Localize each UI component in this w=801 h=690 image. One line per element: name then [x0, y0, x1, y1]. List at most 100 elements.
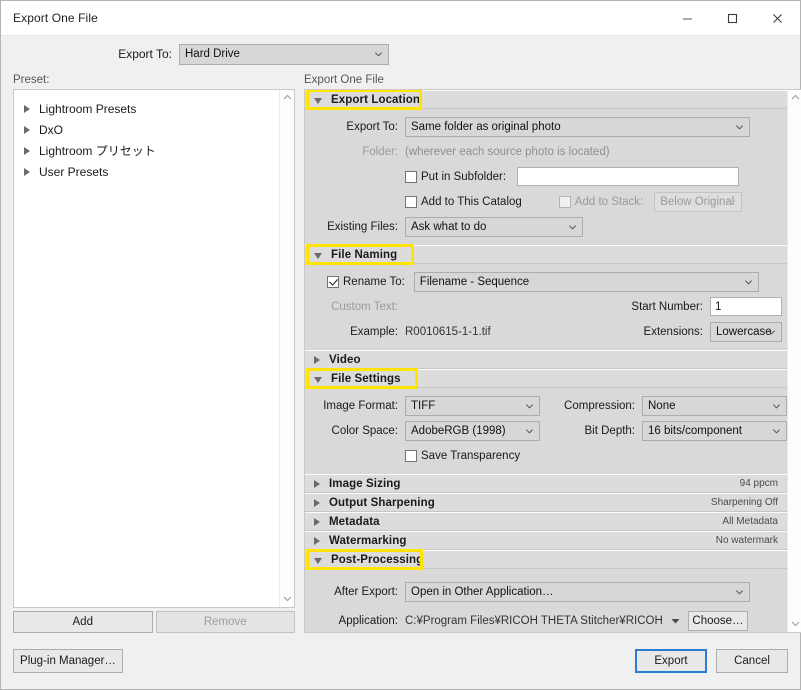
- chevron-down-icon: [568, 224, 577, 230]
- chevron-right-icon[interactable]: [314, 479, 320, 488]
- section-header-watermarking[interactable]: Watermarking No watermark: [305, 531, 787, 550]
- existing-files-dropdown[interactable]: Ask what to do: [405, 216, 583, 237]
- color-space-value: AdobeRGB (1998): [411, 424, 506, 437]
- rename-template-value: Filename - Sequence: [419, 275, 530, 288]
- export-to-label: Export To:: [346, 120, 398, 133]
- minimize-button[interactable]: [665, 2, 710, 35]
- image-format-dropdown[interactable]: TIFF: [405, 395, 540, 416]
- extensions-value: Lowercase: [716, 325, 772, 338]
- row-add-to-catalog: Add to This Catalog Add to Stack: Below …: [305, 189, 787, 214]
- scroll-up-icon[interactable]: [791, 93, 800, 102]
- compression-label: Compression:: [564, 399, 635, 412]
- cancel-button[interactable]: Cancel: [716, 649, 788, 673]
- preset-item-user-presets[interactable]: User Presets: [24, 161, 279, 182]
- scroll-down-icon[interactable]: [283, 595, 292, 604]
- color-space-label: Color Space:: [331, 424, 398, 437]
- after-export-label: After Export:: [334, 585, 398, 598]
- extensions-dropdown[interactable]: Lowercase: [710, 321, 782, 342]
- maximize-button[interactable]: [710, 2, 755, 35]
- checkbox-box: [558, 195, 571, 208]
- export-to-destination-dropdown[interactable]: Hard Drive: [179, 43, 389, 65]
- row-custom-text: Custom Text: Start Number: 1: [305, 294, 787, 319]
- close-button[interactable]: [755, 2, 800, 35]
- section-header-file-settings[interactable]: File Settings: [305, 368, 787, 389]
- export-to-dropdown[interactable]: Same folder as original photo: [405, 116, 750, 137]
- chevron-right-icon[interactable]: [314, 517, 320, 526]
- checkbox-box[interactable]: [405, 170, 417, 183]
- folder-value: (wherever each source photo is located): [405, 145, 610, 158]
- section-body-file-settings: Image Format: TIFF Compression: None Col…: [305, 388, 787, 474]
- section-title: File Naming: [331, 248, 398, 261]
- add-to-catalog-checkbox[interactable]: Add to This Catalog: [405, 195, 522, 208]
- dropdown-caret-icon[interactable]: [671, 615, 680, 627]
- row-image-format: Image Format: TIFF Compression: None: [305, 393, 787, 418]
- chevron-down-icon: [728, 199, 736, 205]
- add-preset-button[interactable]: Add: [13, 611, 153, 633]
- section-title: Post-Processing: [331, 553, 424, 566]
- row-after-export: After Export: Open in Other Application…: [305, 579, 787, 604]
- preset-item-lightroom-japanese[interactable]: Lightroom プリセット: [24, 140, 279, 161]
- preset-list-scrollbar[interactable]: [279, 90, 294, 607]
- put-in-subfolder-checkbox[interactable]: Put in Subfolder:: [405, 170, 507, 183]
- rename-to-checkbox[interactable]: Rename To:: [327, 275, 405, 288]
- chevron-right-icon[interactable]: [24, 167, 30, 176]
- settings-scroll-area: Export Location Export To: Same folder a…: [305, 90, 787, 632]
- chevron-right-icon[interactable]: [24, 146, 30, 155]
- row-put-in-subfolder: Put in Subfolder:: [305, 164, 787, 189]
- settings-panel-scrollbar[interactable]: [787, 90, 801, 632]
- rename-template-dropdown[interactable]: Filename - Sequence: [413, 271, 759, 292]
- folder-label: Folder:: [362, 145, 398, 158]
- chevron-right-icon[interactable]: [314, 536, 320, 545]
- chevron-down-icon: [374, 52, 383, 57]
- chevron-right-icon[interactable]: [24, 125, 30, 134]
- chevron-down-icon[interactable]: [314, 252, 322, 259]
- scroll-up-icon[interactable]: [283, 93, 292, 102]
- section-header-metadata[interactable]: Metadata All Metadata: [305, 512, 787, 531]
- section-header-post-processing[interactable]: Post-Processing: [305, 549, 787, 570]
- section-title: Video: [329, 353, 361, 366]
- row-rename-to: Rename To: Filename - Sequence: [305, 269, 787, 294]
- checkbox-box[interactable]: [405, 195, 417, 208]
- application-label: Application:: [338, 614, 398, 627]
- section-header-video[interactable]: Video: [305, 350, 787, 369]
- color-space-dropdown[interactable]: AdobeRGB (1998): [405, 420, 540, 441]
- checkbox-box[interactable]: [327, 275, 339, 288]
- row-existing-files: Existing Files: Ask what to do: [305, 214, 787, 239]
- bit-depth-label: Bit Depth:: [584, 424, 636, 437]
- footer-left: Plug-in Manager…: [13, 649, 123, 673]
- chevron-down-icon: [525, 403, 534, 409]
- after-export-dropdown[interactable]: Open in Other Application…: [405, 581, 750, 602]
- chevron-right-icon[interactable]: [314, 355, 320, 364]
- section-header-image-sizing[interactable]: Image Sizing 94 ppcm: [305, 474, 787, 493]
- put-in-subfolder-label: Put in Subfolder:: [421, 170, 507, 183]
- remove-preset-button: Remove: [155, 611, 295, 633]
- preset-item-lightroom-presets[interactable]: Lightroom Presets: [24, 98, 279, 119]
- export-to-destination-value: Hard Drive: [185, 48, 240, 60]
- subfolder-name-input[interactable]: [517, 167, 740, 186]
- checkbox-box[interactable]: [405, 449, 417, 462]
- save-transparency-checkbox[interactable]: Save Transparency: [405, 449, 520, 462]
- add-to-catalog-label: Add to This Catalog: [421, 195, 522, 208]
- existing-files-value: Ask what to do: [411, 220, 487, 233]
- add-to-stack-label: Add to Stack:: [574, 195, 644, 208]
- start-number-input[interactable]: 1: [710, 297, 782, 316]
- section-header-output-sharpening[interactable]: Output Sharpening Sharpening Off: [305, 493, 787, 512]
- plugin-manager-button[interactable]: Plug-in Manager…: [13, 649, 123, 673]
- chevron-down-icon[interactable]: [314, 557, 322, 564]
- image-format-value: TIFF: [411, 399, 436, 412]
- chevron-right-icon[interactable]: [314, 498, 320, 507]
- chevron-down-icon[interactable]: [314, 376, 322, 383]
- chevron-right-icon[interactable]: [24, 104, 30, 113]
- footer-right: Export Cancel: [635, 649, 788, 673]
- stack-position-dropdown: Below Original: [654, 191, 743, 212]
- compression-dropdown[interactable]: None: [642, 395, 787, 416]
- chevron-down-icon[interactable]: [314, 97, 322, 104]
- chevron-down-icon: [772, 428, 781, 434]
- bit-depth-dropdown[interactable]: 16 bits/component: [642, 420, 787, 441]
- section-header-file-naming[interactable]: File Naming: [305, 244, 787, 265]
- choose-application-button[interactable]: Choose…: [688, 610, 748, 631]
- scroll-down-icon[interactable]: [791, 620, 800, 629]
- section-header-export-location[interactable]: Export Location: [305, 90, 787, 110]
- preset-item-dxo[interactable]: DxO: [24, 119, 279, 140]
- export-button[interactable]: Export: [635, 649, 707, 673]
